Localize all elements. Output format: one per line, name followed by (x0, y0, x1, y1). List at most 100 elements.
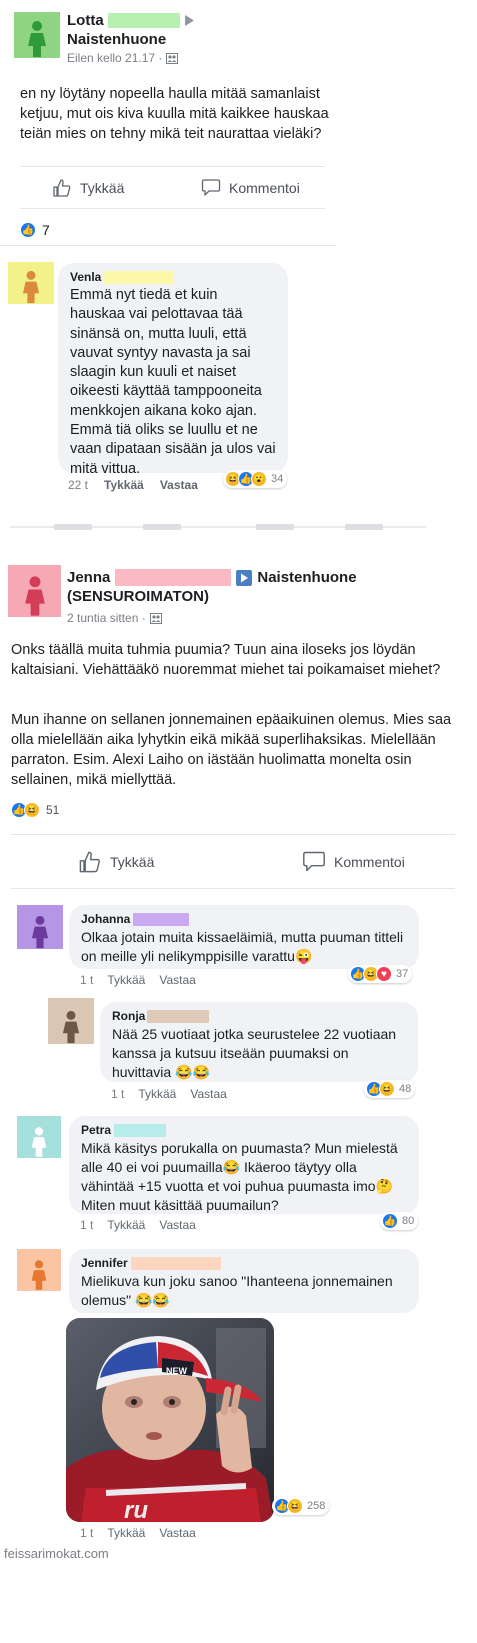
reaction-count: 80 (402, 1215, 415, 1227)
author-name[interactable]: Jenna (67, 569, 110, 586)
name-censor-bar (130, 1256, 221, 1270)
play-arrow-icon (236, 569, 253, 586)
comment-button[interactable]: Kommentoi (201, 178, 300, 197)
boy-photo-image: ru NEW (66, 1318, 274, 1522)
reaction-count: 51 (46, 803, 60, 817)
comment-author[interactable]: Venla (70, 270, 101, 284)
shirt-print-text: ru (124, 1497, 148, 1522)
comment-bubble: Petra Mikä käsitys porukalla on puumasta… (69, 1116, 419, 1214)
name-censor-bar (107, 13, 180, 28)
name-censor-bar (147, 1009, 210, 1023)
comment-text: Emmä nyt tiedä et kuin hauskaa vai pelot… (70, 287, 276, 477)
comment-reply-link[interactable]: Vastaa (159, 973, 195, 987)
name-censor-bar (115, 569, 232, 586)
comment-like-link[interactable]: Tykkää (107, 973, 145, 987)
comment-time[interactable]: 1 t (80, 1218, 93, 1232)
haha-reaction-icon: 😆 (287, 1498, 303, 1514)
comment-text: Mikä käsitys porukalla on puumasta? Mun … (81, 1140, 398, 1213)
reaction-summary[interactable]: 👍 😆 51 (11, 802, 59, 818)
avatar-jennifer[interactable] (17, 1249, 61, 1291)
post-text-paragraph-1: Onks täällä muita tuhmia puumia? Tuun ai… (11, 642, 441, 678)
comment-time[interactable]: 1 t (80, 1526, 93, 1540)
comment-reply-link[interactable]: Vastaa (190, 1087, 226, 1101)
female-person-icon (24, 576, 45, 616)
divider-segment (345, 524, 383, 530)
like-button[interactable]: Tykkää (52, 178, 124, 198)
comment-text: Nää 25 vuotiaat jotka seurustelee 22 vuo… (112, 1026, 397, 1080)
comment-like-link[interactable]: Tykkää (138, 1087, 176, 1101)
reaction-count: 34 (271, 473, 284, 485)
comment-label: Kommentoi (229, 179, 300, 196)
female-person-icon (22, 270, 40, 304)
like-label: Tykkää (80, 180, 125, 196)
comment-reactions[interactable]: 👍 😆 ♥ 37 (348, 965, 413, 983)
female-person-icon (62, 1010, 80, 1044)
comment-author[interactable]: Jennifer (81, 1256, 128, 1270)
comment-like-link[interactable]: Tykkää (107, 1526, 145, 1540)
reaction-count: 37 (396, 968, 409, 980)
comment-like-link[interactable]: Tykkää (107, 1218, 145, 1232)
author-name[interactable]: Lotta (67, 12, 104, 29)
comment-bubble: Johanna Olkaa jotain muita kissaeläimiä,… (69, 905, 419, 969)
comment-photo[interactable]: ru NEW (66, 1318, 274, 1522)
comment-author[interactable]: Petra (81, 1123, 111, 1137)
avatar-petra[interactable] (17, 1116, 61, 1158)
comment-button[interactable]: Kommentoi (302, 850, 405, 873)
comment-bubble: Venla Emmä nyt tiedä et kuin hauskaa vai… (58, 263, 288, 477)
reaction-summary[interactable]: 👍 7 (20, 222, 50, 238)
like-reaction-icon: 👍 (382, 1213, 398, 1229)
comment-reactions[interactable]: 👍 80 (380, 1212, 419, 1230)
comment-bubble: Jennifer Mielikuva kun joku sanoo "Ihant… (69, 1249, 419, 1313)
name-censor-bar (133, 912, 190, 926)
comment-reply-link[interactable]: Vastaa (159, 1218, 195, 1232)
watermark: feissarimokat.com (4, 1546, 109, 1561)
comment-bubble: Ronja Nää 25 vuotiaat jotka seurustelee … (100, 1002, 418, 1082)
thumbs-up-icon (79, 851, 100, 873)
comment-reply-link[interactable]: Vastaa (159, 1526, 195, 1540)
post-timestamp[interactable]: 2 tuntia sitten · (67, 611, 146, 625)
comment-reactions[interactable]: 👍 😆 48 (364, 1080, 416, 1098)
avatar-jenna[interactable] (8, 565, 61, 617)
post-text: en ny löytäny nopeella haulla mitää sama… (20, 86, 329, 142)
comment-like-link[interactable]: Tykkää (104, 478, 144, 492)
comment-reactions[interactable]: 😆 👍 😮 34 (223, 470, 288, 488)
female-person-icon (28, 21, 46, 57)
female-person-icon (31, 915, 49, 949)
post-timestamp[interactable]: Eilen kello 21.17 · (67, 51, 162, 65)
comment-text: Olkaa jotain muita kissaeläimiä, mutta p… (81, 929, 404, 964)
group-name[interactable]: Naistenhuone (67, 31, 166, 48)
like-reaction-icon: 👍 (20, 222, 36, 238)
female-person-icon (31, 1260, 47, 1290)
comment-label: Kommentoi (334, 853, 405, 870)
name-censor-bar (104, 270, 175, 284)
comment-time[interactable]: 1 t (111, 1087, 124, 1101)
avatar-ronja[interactable] (48, 998, 94, 1044)
comment-author[interactable]: Johanna (81, 912, 130, 926)
cap-print-text: NEW (166, 1366, 188, 1376)
haha-reaction-icon: 😆 (24, 802, 40, 818)
wow-reaction-icon: 😮 (251, 471, 267, 487)
speech-bubble-icon (201, 179, 221, 196)
group-name[interactable]: Naistenhuone (257, 569, 356, 586)
avatar-venla[interactable] (8, 262, 54, 304)
comment-time[interactable]: 1 t (80, 973, 93, 987)
like-button[interactable]: Tykkää (78, 850, 154, 874)
haha-reaction-icon: 😆 (379, 1081, 395, 1097)
play-arrow-icon (184, 15, 194, 26)
reaction-count: 48 (399, 1083, 412, 1095)
post-text-paragraph-2: Mun ihanne on sellanen jonnemainen epäai… (11, 712, 452, 788)
comment-reactions[interactable]: 👍 😆 258 (272, 1497, 330, 1515)
reaction-count: 258 (307, 1500, 326, 1512)
group-audience-icon (166, 52, 179, 64)
avatar-lotta[interactable] (14, 12, 60, 58)
thumbs-up-icon (53, 179, 71, 197)
comment-reply-link[interactable]: Vastaa (160, 478, 198, 492)
like-count: 7 (42, 222, 50, 238)
comment-time[interactable]: 22 t (68, 478, 88, 492)
avatar-johanna[interactable] (17, 905, 63, 949)
name-censor-bar (114, 1123, 167, 1137)
comment-text: Mielikuva kun joku sanoo "Ihanteena jonn… (81, 1273, 393, 1308)
like-label: Tykkää (110, 854, 155, 870)
comment-author[interactable]: Ronja (112, 1009, 145, 1023)
group-name-suffix[interactable]: (SENSUROIMATON) (67, 588, 209, 605)
